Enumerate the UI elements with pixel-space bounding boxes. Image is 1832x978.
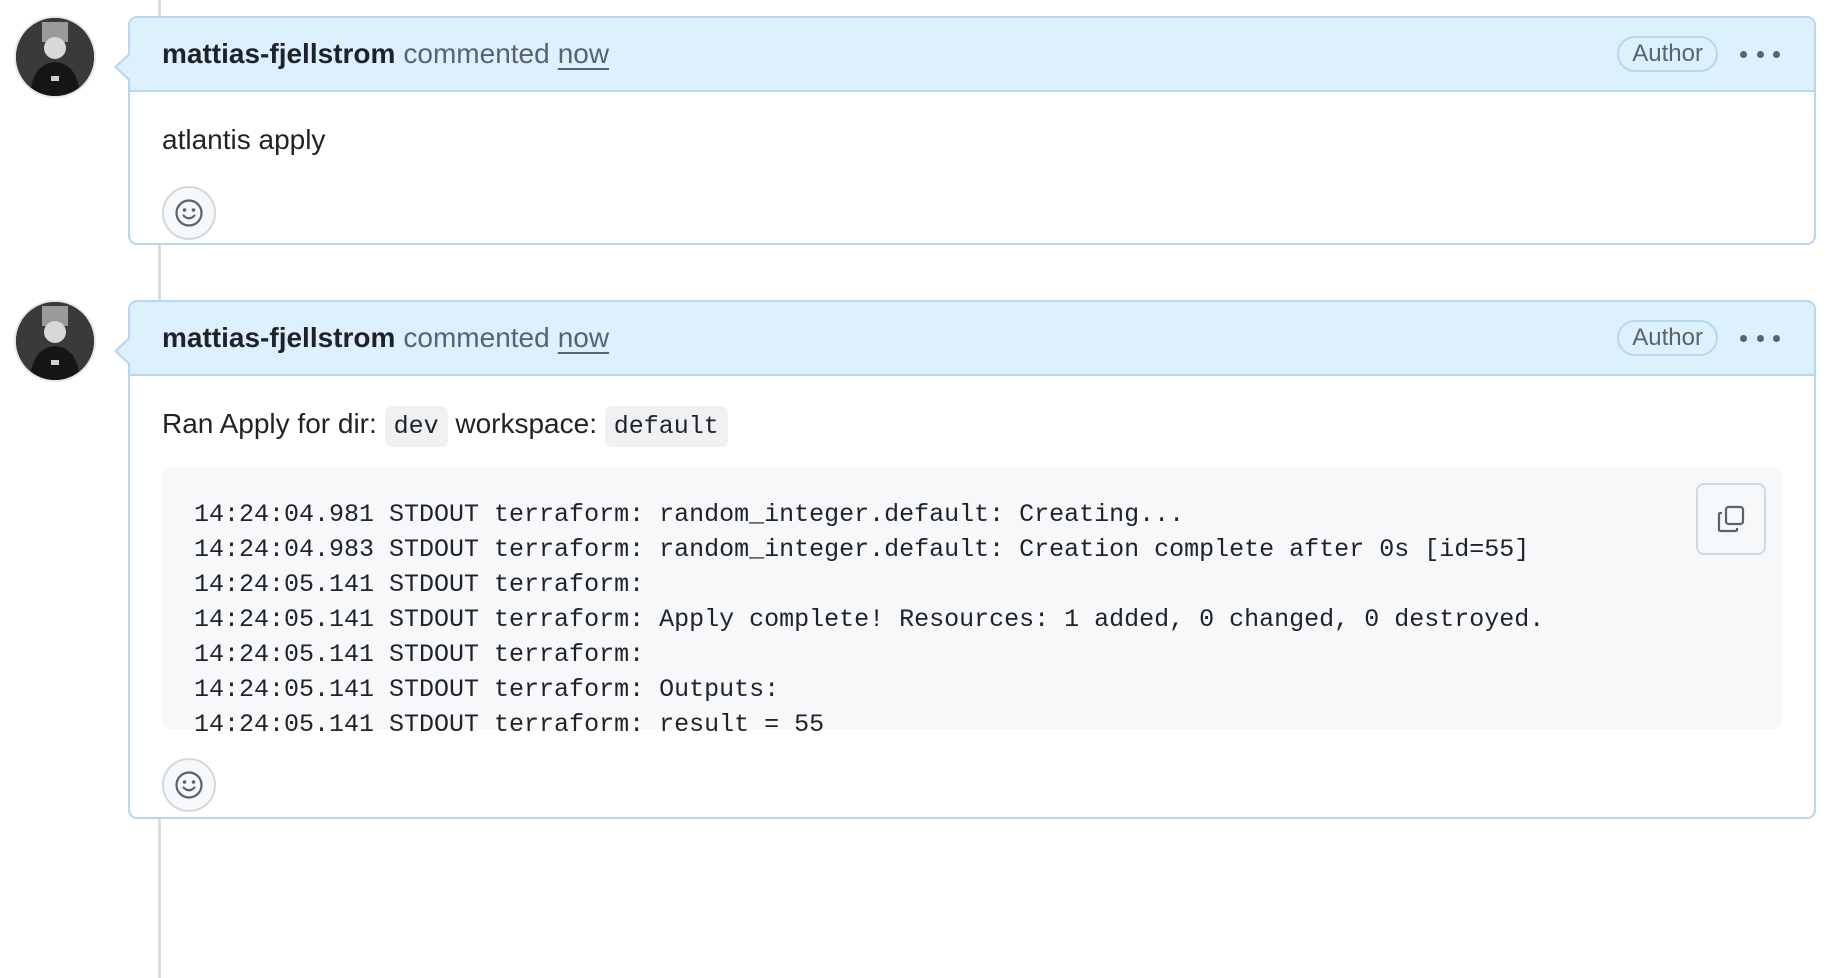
code-line: 14:24:05.141 STDOUT terraform:: [194, 640, 645, 669]
smiley-icon: [175, 771, 203, 799]
comment-card: mattias-fjellstrom commented now Author …: [114, 300, 1816, 819]
avatar[interactable]: [14, 16, 96, 98]
kebab-horizontal-icon: [1740, 50, 1747, 58]
dir-code: dev: [384, 406, 448, 447]
author-name[interactable]: mattias-fjellstrom: [162, 322, 395, 354]
smiley-icon: [175, 199, 203, 227]
workspace-label: workspace:: [455, 408, 597, 439]
comment-header: mattias-fjellstrom commented now Author: [130, 302, 1814, 376]
add-reaction-button[interactable]: [162, 186, 216, 240]
author-badge: Author: [1617, 36, 1718, 72]
comment-options-button[interactable]: [1740, 46, 1780, 62]
copy-button[interactable]: [1696, 483, 1766, 555]
code-line: 14:24:04.981 STDOUT terraform: random_in…: [194, 500, 1185, 529]
comment-text: atlantis apply: [162, 124, 326, 155]
code-line: 14:24:05.141 STDOUT terraform: result = …: [194, 710, 825, 739]
code-line: 14:24:04.983 STDOUT terraform: random_in…: [194, 535, 1530, 564]
comment-options-button[interactable]: [1740, 330, 1780, 346]
comment-body: atlantis apply: [130, 92, 1814, 243]
workspace-code: default: [604, 406, 728, 447]
author-name[interactable]: mattias-fjellstrom: [162, 38, 395, 70]
apply-prefix: Ran Apply for dir:: [162, 408, 377, 439]
comment-card: mattias-fjellstrom commented now Author …: [114, 16, 1816, 245]
author-badge: Author: [1617, 320, 1718, 356]
comment-action: commented: [403, 322, 550, 353]
comment-header: mattias-fjellstrom commented now Author: [130, 18, 1814, 92]
code-line: 14:24:05.141 STDOUT terraform:: [194, 570, 645, 599]
comment-timestamp[interactable]: now: [558, 322, 609, 354]
add-reaction-button[interactable]: [162, 758, 216, 812]
code-line: 14:24:05.141 STDOUT terraform: Outputs:: [194, 675, 780, 704]
code-line: 14:24:05.141 STDOUT terraform: Apply com…: [194, 605, 1545, 634]
comment-text: Ran Apply for dir: dev workspace: defaul…: [162, 406, 728, 447]
comment-action: commented: [403, 38, 550, 69]
avatar[interactable]: [14, 300, 96, 382]
copy-icon: [1717, 505, 1745, 533]
comment-body: Ran Apply for dir: dev workspace: defaul…: [130, 376, 1814, 817]
comment-timestamp[interactable]: now: [558, 38, 609, 70]
terraform-output-block: 14:24:04.981 STDOUT terraform: random_in…: [162, 467, 1782, 739]
kebab-horizontal-icon: [1740, 334, 1747, 342]
